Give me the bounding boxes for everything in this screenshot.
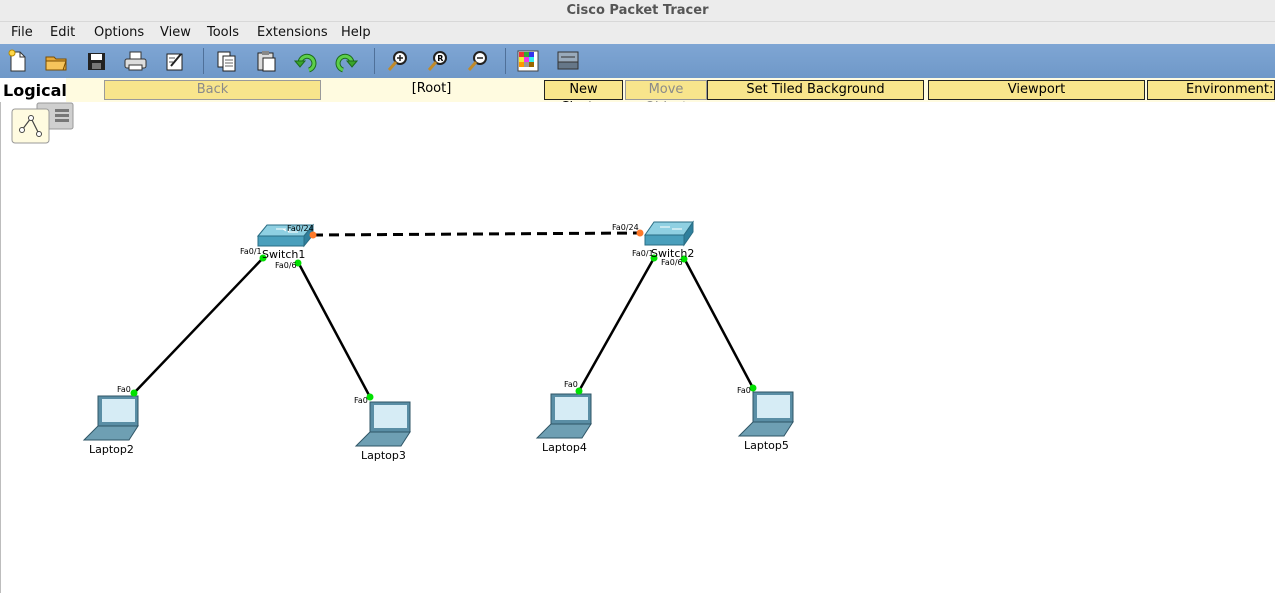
link-switch1-laptop2[interactable]: [133, 257, 264, 394]
port-label-l3-fa0: Fa0: [354, 396, 368, 405]
port-label-s1-fa024: Fa0/24: [287, 224, 314, 233]
port-label-s2-fa01: Fa0/1: [632, 249, 654, 258]
port-label-s1-fa06: Fa0/6: [275, 261, 297, 270]
link-light-l2: [130, 389, 138, 397]
laptop3-icon[interactable]: [354, 401, 411, 447]
laptop4-icon[interactable]: [535, 393, 592, 439]
port-label-l5-fa0: Fa0: [737, 386, 751, 395]
port-label-s2-fa024: Fa0/24: [612, 223, 639, 232]
topology-diagram: [82, 220, 794, 447]
laptop2-icon[interactable]: [82, 395, 139, 441]
laptop4-label[interactable]: Laptop4: [542, 441, 587, 454]
port-label-s1-fa01: Fa0/1: [240, 247, 262, 256]
laptop2-label[interactable]: Laptop2: [89, 443, 134, 456]
laptop5-label[interactable]: Laptop5: [744, 439, 789, 452]
laptop3-label[interactable]: Laptop3: [361, 449, 406, 462]
switch2-icon[interactable]: [644, 220, 694, 247]
port-label-s2-fa06: Fa0/6: [661, 258, 683, 267]
port-label-l4-fa0: Fa0: [564, 380, 578, 389]
trunk-link[interactable]: [312, 231, 641, 237]
link-switch2-laptop4[interactable]: [577, 257, 656, 392]
link-switch2-laptop5[interactable]: [682, 257, 755, 389]
link-switch1-laptop3[interactable]: [296, 261, 372, 398]
laptop5-icon[interactable]: [737, 391, 794, 437]
port-label-l2-fa0: Fa0: [117, 385, 131, 394]
switch1-label[interactable]: Switch1: [262, 248, 305, 261]
